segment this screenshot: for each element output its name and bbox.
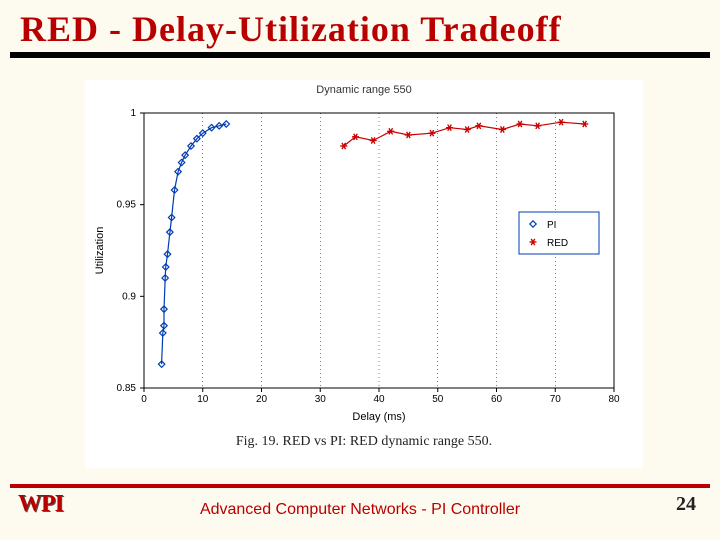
svg-text:Delay (ms): Delay (ms) (352, 411, 405, 423)
chart-title: Dynamic range 550 (89, 84, 639, 96)
svg-text:1: 1 (130, 108, 136, 119)
svg-text:50: 50 (432, 394, 444, 405)
footer-rule (10, 484, 710, 488)
svg-text:0: 0 (141, 394, 147, 405)
svg-text:30: 30 (315, 394, 327, 405)
slide-title: RED - Delay-Utilization Tradeoff (0, 0, 720, 52)
svg-text:0.95: 0.95 (117, 200, 137, 211)
svg-text:60: 60 (491, 394, 503, 405)
title-rule (10, 52, 710, 58)
footer: WPI Advanced Computer Networks - PI Cont… (0, 492, 720, 528)
svg-text:Utilization: Utilization (94, 227, 106, 275)
svg-text:20: 20 (256, 394, 268, 405)
chart-svg: 0 10 20 30 40 50 60 70 80 0.85 0.9 0.95 1 Delay (ms) U… (89, 98, 629, 428)
svg-text:0.9: 0.9 (122, 291, 136, 302)
svg-text:PI: PI (547, 220, 556, 231)
page-number: 24 (676, 493, 696, 516)
svg-text:80: 80 (608, 394, 620, 405)
footer-text: Advanced Computer Networks - PI Controll… (0, 501, 720, 519)
svg-text:40: 40 (373, 394, 385, 405)
svg-text:0.85: 0.85 (117, 383, 137, 394)
svg-text:70: 70 (550, 394, 562, 405)
chart-figure: Dynamic range 550 010203040506070800.850… (85, 80, 643, 468)
svg-text:RED: RED (547, 238, 568, 249)
figure-caption: Fig. 19. RED vs PI: RED dynamic range 55… (89, 434, 639, 450)
svg-text:10: 10 (197, 394, 209, 405)
